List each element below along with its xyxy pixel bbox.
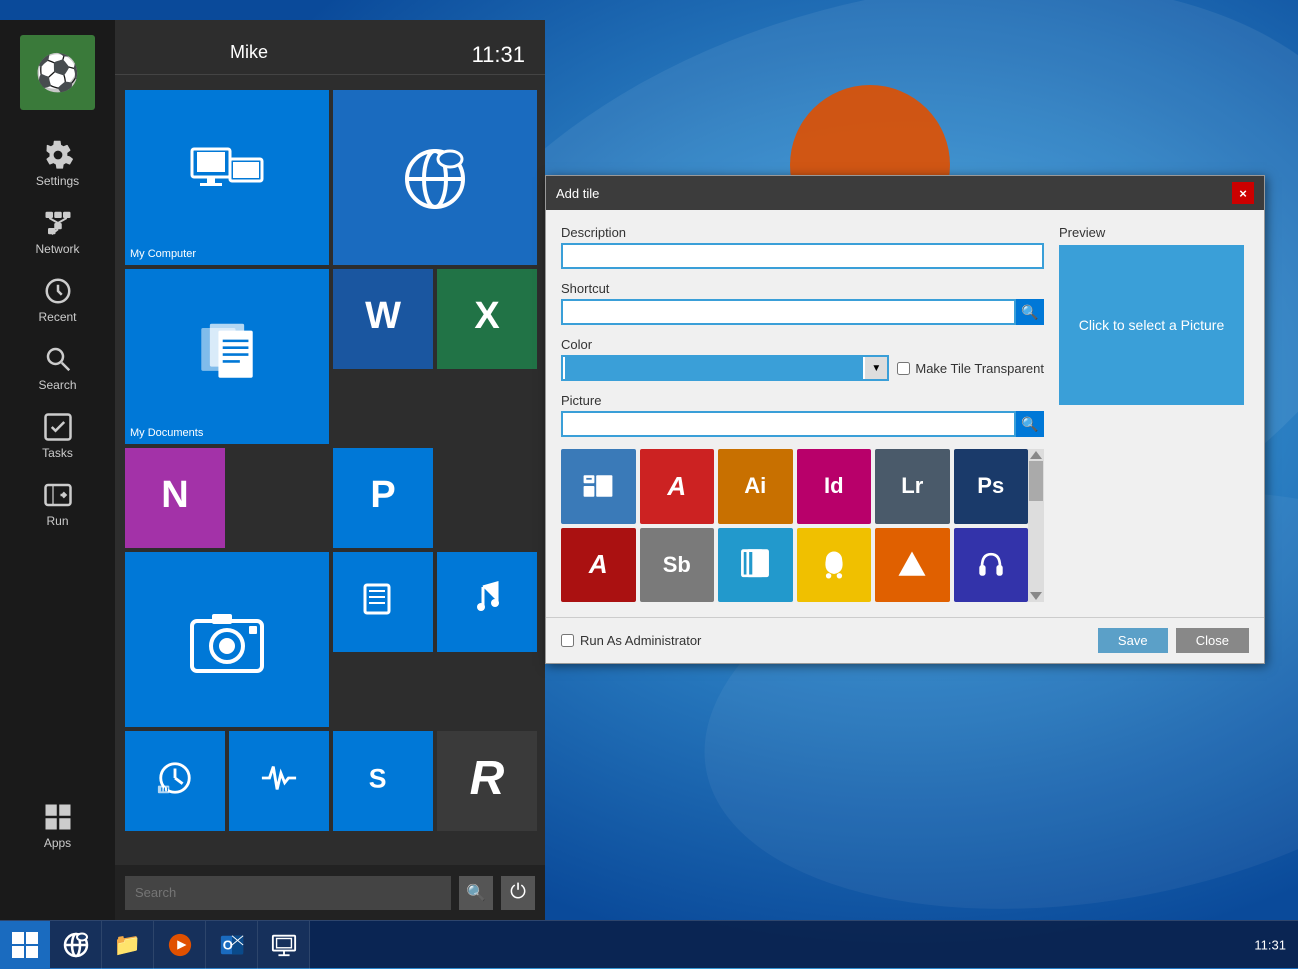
picture-search-button[interactable]: 🔍 [1016,411,1044,437]
color-group: Color ▼ Make Tile Transparent [561,337,1044,381]
icon-tile-headphones[interactable] [954,528,1029,603]
color-row: ▼ Make Tile Transparent [561,355,1044,381]
icon-tile-soundbooth[interactable]: Sb [640,528,715,603]
run-as-admin-text: Run As Administrator [580,633,701,648]
dialog-body: Description Shortcut 🔍 Color ▼ [546,210,1264,617]
icons-scrollbar-area: A Ai Id Lr Ps [561,449,1044,602]
icons-grid: A Ai Id Lr Ps [561,449,1028,602]
icons-scroll-area: A Ai Id Lr Ps [561,449,1028,602]
shortcut-search-button[interactable]: 🔍 [1016,299,1044,325]
dialog-preview-section: Preview Click to select a Picture [1059,225,1249,602]
icon-tile-acrobat2[interactable]: A [561,528,636,603]
description-group: Description [561,225,1044,269]
shortcut-label: Shortcut [561,281,1044,296]
icons-scrollbar[interactable] [1028,449,1044,602]
close-button[interactable]: Close [1176,628,1249,653]
description-label: Description [561,225,1044,240]
preview-box[interactable]: Click to select a Picture [1059,245,1244,405]
run-as-admin-checkbox[interactable] [561,634,574,647]
preview-label: Preview [1059,225,1249,240]
picture-input[interactable] [561,411,1016,437]
icon-tile-acrobat[interactable]: A [640,449,715,524]
save-button[interactable]: Save [1098,628,1168,653]
scroll-up-arrow [1028,449,1044,461]
dialog-overlay: Add tile × Description Shortcut 🔍 Color [0,0,1298,968]
icon-tile-artrage[interactable] [875,528,950,603]
dialog-titlebar: Add tile × [546,176,1264,210]
picture-label: Picture [561,393,1044,408]
icon-tile-illustrator[interactable]: Ai [718,449,793,524]
shortcut-group: Shortcut 🔍 [561,281,1044,325]
preview-text: Click to select a Picture [1079,317,1225,333]
dialog-form: Description Shortcut 🔍 Color ▼ [561,225,1044,602]
transparent-label: Make Tile Transparent [915,361,1044,376]
icon-tile-settings[interactable] [561,449,636,524]
run-as-admin-label: Run As Administrator [561,633,701,648]
scroll-thumb [1029,461,1043,501]
transparent-checkbox[interactable] [897,362,910,375]
color-select[interactable]: ▼ [561,355,889,381]
dialog-footer-buttons: Save Close [1098,628,1249,653]
color-dropdown-button[interactable]: ▼ [865,357,887,379]
transparent-check-label: Make Tile Transparent [897,361,1044,376]
color-swatch [565,357,863,379]
icon-tile-snapchat[interactable] [797,528,872,603]
picture-input-row: 🔍 [561,411,1044,437]
picture-group: Picture 🔍 [561,393,1044,437]
icon-tile-lightroom[interactable]: Lr [875,449,950,524]
shortcut-input-row: 🔍 [561,299,1044,325]
dialog-footer: Run As Administrator Save Close [546,617,1264,663]
color-label: Color [561,337,1044,352]
icon-tile-photoshop[interactable]: Ps [954,449,1029,524]
add-tile-dialog: Add tile × Description Shortcut 🔍 Color [545,175,1265,664]
dialog-title: Add tile [556,186,599,201]
shortcut-input[interactable] [561,299,1016,325]
scroll-down-arrow [1028,590,1044,602]
icon-tile-pages[interactable] [718,528,793,603]
icon-tile-indesign[interactable]: Id [797,449,872,524]
description-input[interactable] [561,243,1044,269]
dialog-close-button[interactable]: × [1232,182,1254,204]
